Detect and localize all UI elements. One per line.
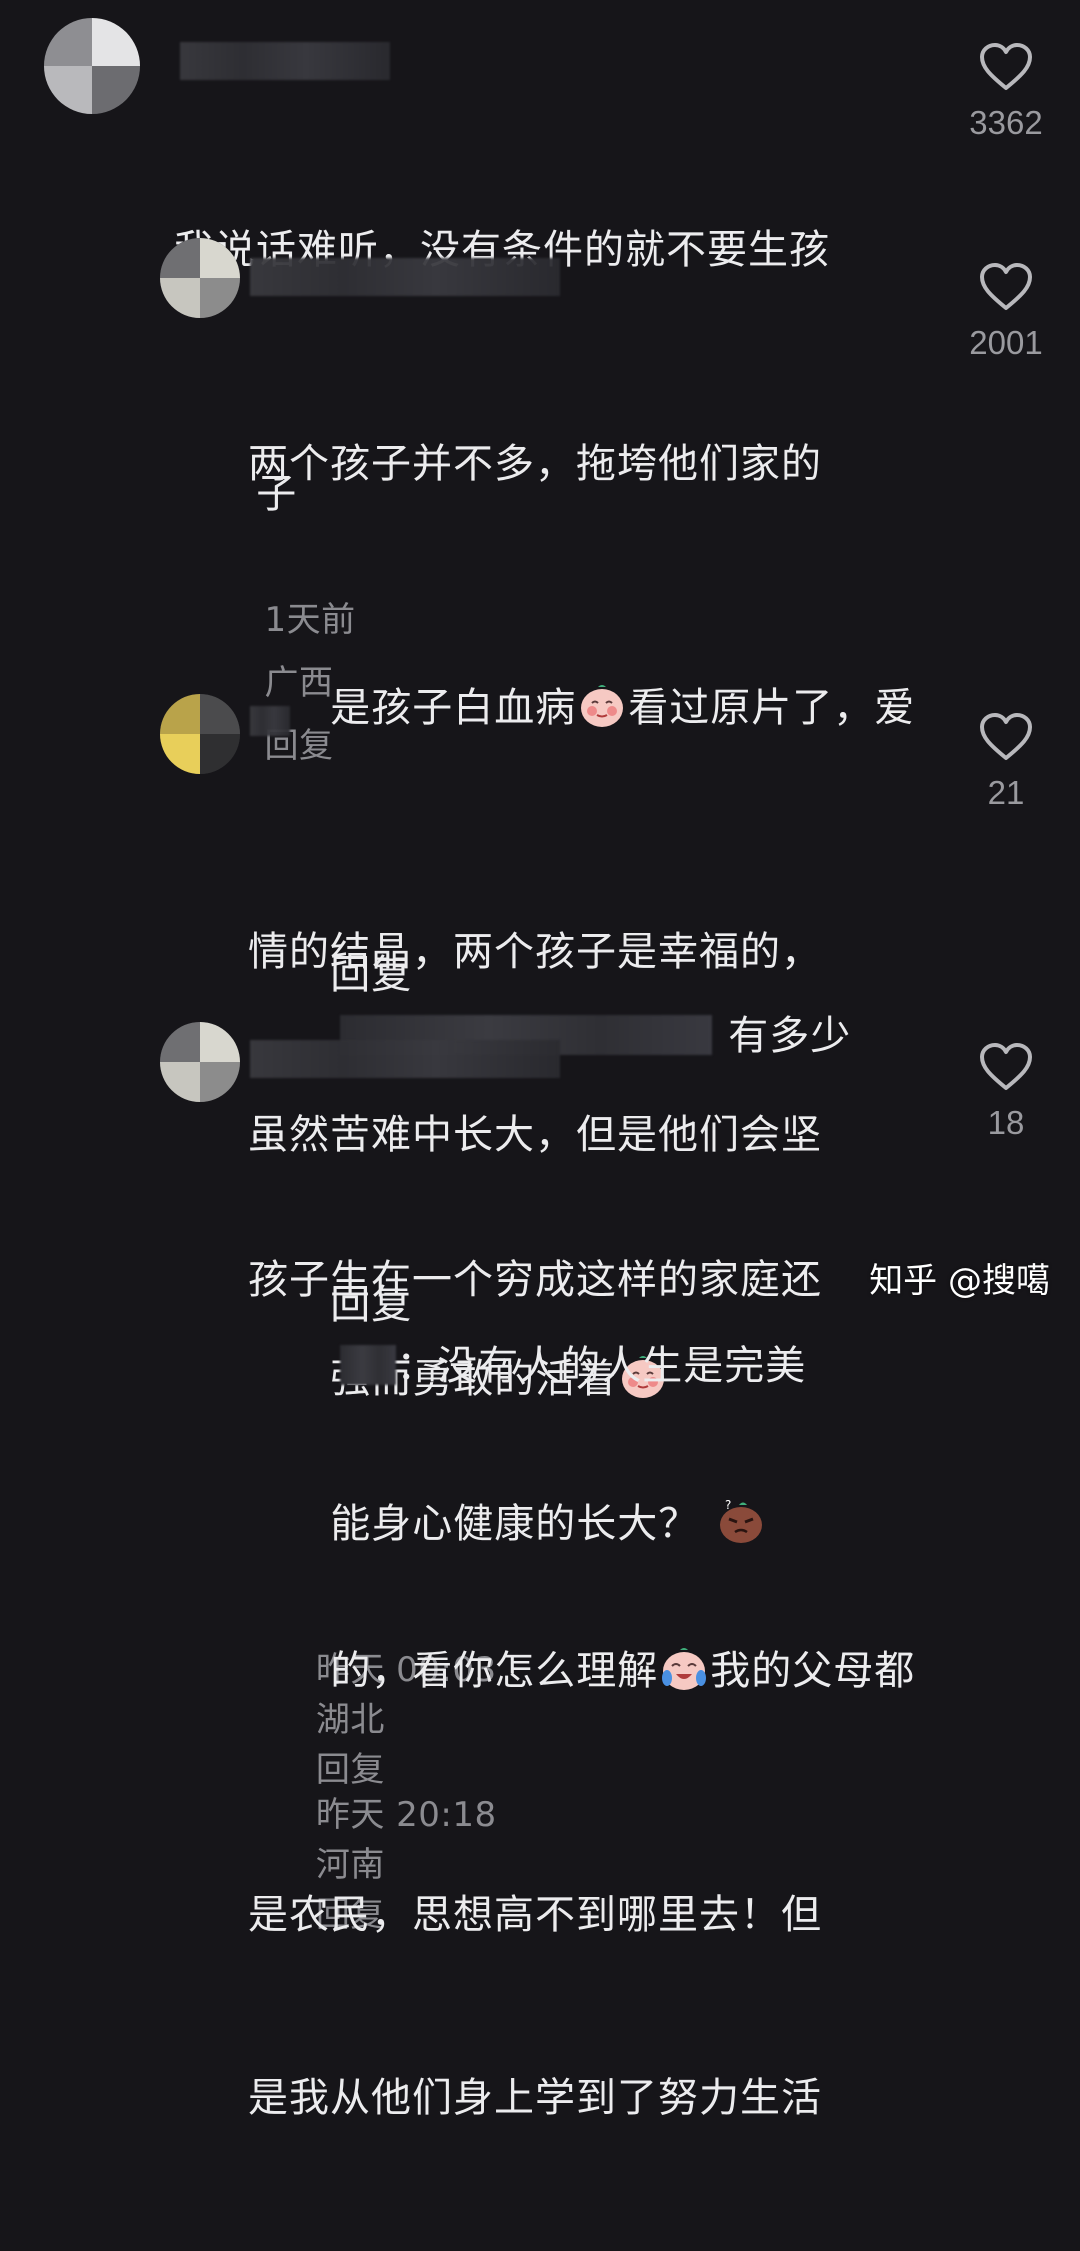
like-button[interactable]: 3362 — [956, 42, 1056, 142]
heart-icon — [980, 43, 1032, 90]
username-redacted[interactable] — [250, 706, 290, 736]
avatar[interactable] — [44, 18, 140, 114]
comment-text-segment: ：没有人的人生是完美 — [396, 1343, 807, 1389]
comment-text-segment: 的，看你怎么理解 — [330, 1648, 659, 1694]
comment-text-line: 的，看你怎么理解 我的父母都 — [248, 1580, 928, 1763]
heart-icon — [980, 1043, 1032, 1090]
comment-text-line: 两个孩子并不多，拖垮他们家的 — [248, 441, 822, 487]
shy-face-emoji — [581, 685, 624, 727]
avatar[interactable] — [160, 1022, 240, 1102]
crying-laugh-emoji — [662, 1648, 707, 1690]
comment-text-line: 是我从他们身上学到了努力生活 — [248, 2075, 822, 2121]
username-redacted[interactable] — [250, 1040, 560, 1078]
comment-text-line: 是农民，思想高不到哪里去！但 — [248, 1892, 822, 1938]
like-count: 3362 — [969, 104, 1043, 141]
like-button[interactable]: 18 — [956, 1042, 1056, 1142]
like-button[interactable]: 21 — [956, 712, 1056, 812]
like-button[interactable]: 2001 — [956, 262, 1056, 362]
comment-text: 回复 ：没有人的人生是完美 的，看你怎么理解 我的父母都 是农民，思想高不到哪里去… — [248, 1092, 928, 2251]
comment-text-segment: 是孩子白血病 — [330, 685, 577, 731]
comment-text-line: 回复 ：没有人的人生是完美 — [248, 1214, 928, 1458]
reply-prefix: 回复 — [330, 1282, 413, 1328]
watermark: 知乎 @搜噶 — [869, 1261, 1050, 1301]
avatar[interactable] — [160, 694, 240, 774]
reply-prefix: 回复 — [330, 952, 413, 998]
comment-text-segment: 看过原片了，爱 — [628, 685, 916, 731]
like-count: 2001 — [969, 324, 1043, 361]
username-redacted[interactable] — [180, 42, 390, 80]
like-count: 21 — [987, 774, 1025, 811]
avatar[interactable] — [160, 238, 240, 318]
mention-redacted[interactable] — [340, 1345, 397, 1385]
like-count: 18 — [987, 1104, 1025, 1141]
comment-text-segment: 有多少 — [728, 1013, 852, 1059]
comment-text-segment: 我的父母都 — [710, 1648, 916, 1694]
username-redacted[interactable] — [250, 258, 560, 296]
heart-icon — [980, 263, 1032, 310]
heart-icon — [980, 713, 1032, 760]
